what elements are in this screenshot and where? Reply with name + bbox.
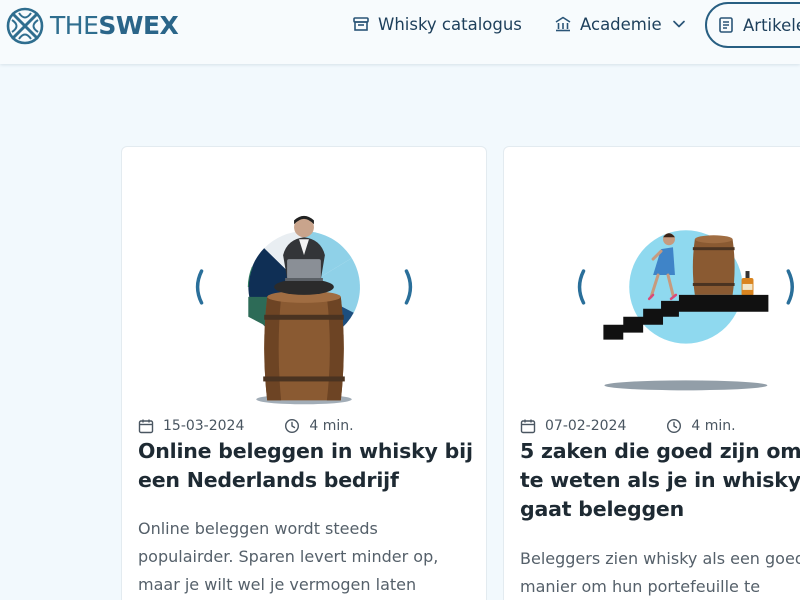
article-read-time: 4 min. xyxy=(284,418,354,434)
article-title[interactable]: Online beleggen in whisky bij een Nederl… xyxy=(138,437,483,495)
site-logo[interactable]: THESWEX xyxy=(5,6,179,46)
academy-icon xyxy=(555,16,571,32)
clock-icon xyxy=(667,418,682,434)
logo-mark-icon xyxy=(6,7,44,45)
chevron-down-icon[interactable] xyxy=(672,17,686,31)
logo-wordmark: THESWEX xyxy=(50,6,179,46)
calendar-icon xyxy=(520,419,536,434)
excerpt-line: Beleggers zien whisky als een goede xyxy=(520,549,800,568)
article-card[interactable]: 07-02-2024 4 min. 5 zaken die goed zijn … xyxy=(503,146,800,600)
article-excerpt: Online beleggen wordt steeds populairder… xyxy=(138,515,473,599)
logo-the: THE xyxy=(50,11,99,40)
excerpt-line: Online beleggen wordt steeds xyxy=(138,519,378,538)
logo-swex: SWEX xyxy=(98,11,179,40)
document-icon xyxy=(719,17,733,33)
store-icon xyxy=(353,17,369,31)
site-header: THESWEX Whisky catalogus Academie Artike… xyxy=(0,0,800,64)
nav-artikelen-button[interactable]: Artikelen xyxy=(705,2,800,48)
article-read-time: 4 min. xyxy=(666,418,736,434)
article-meta: 07-02-2024 4 min. xyxy=(520,417,736,435)
article-image[interactable] xyxy=(122,147,486,409)
excerpt-line: manier om hun portefeuille te xyxy=(520,577,761,596)
article-excerpt: Beleggers zien whisky als een goede mani… xyxy=(520,545,800,600)
nav-label-artikelen: Artikelen xyxy=(743,15,800,35)
article-image[interactable] xyxy=(504,147,800,409)
article-date: 07-02-2024 xyxy=(545,418,627,434)
nav-label-academie: Academie xyxy=(580,14,662,34)
nav-academie[interactable]: Academie xyxy=(554,10,686,38)
article-title[interactable]: 5 zaken die goed zijn om te weten als je… xyxy=(520,437,800,524)
excerpt-line: maar je wilt wel je vermogen laten xyxy=(138,575,417,594)
article-meta: 15-03-2024 4 min. xyxy=(138,417,354,435)
nav-label-catalogus: Whisky catalogus xyxy=(378,14,522,34)
article-date: 15-03-2024 xyxy=(163,418,245,434)
article-card[interactable]: 15-03-2024 4 min. Online beleggen in whi… xyxy=(121,146,487,600)
nav-whisky-catalogus[interactable]: Whisky catalogus xyxy=(352,10,522,38)
article-read-time-value: 4 min. xyxy=(309,418,354,434)
article-read-time-value: 4 min. xyxy=(691,418,736,434)
calendar-icon xyxy=(138,419,154,434)
excerpt-line: populairder. Sparen levert minder op, xyxy=(138,547,439,566)
clock-icon xyxy=(285,418,300,434)
